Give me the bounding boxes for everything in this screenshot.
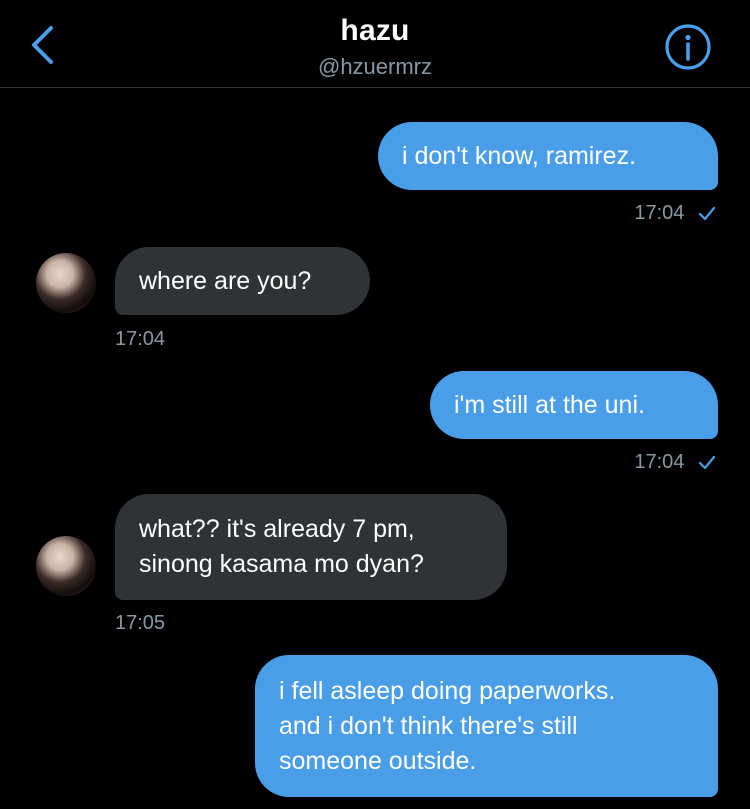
message-timestamp: 17:04: [115, 328, 166, 350]
message-bubble-sent[interactable]: i fell asleep doing paperworks. and i do…: [255, 655, 718, 797]
conversation-title[interactable]: hazu: [0, 14, 750, 48]
message-text-line: and i don't think there's still: [279, 712, 578, 740]
message-timestamp: 17:04: [634, 202, 716, 225]
message-bubble-sent[interactable]: i don't know, ramirez.: [378, 122, 718, 190]
message-timestamp: 17:05: [115, 612, 166, 634]
message-text-line: someone outside.: [279, 747, 477, 775]
message-bubble-received[interactable]: what?? it's already 7 pm, sinong kasama …: [115, 494, 507, 600]
avatar[interactable]: [36, 536, 96, 596]
message-text: i don't know, ramirez.: [402, 141, 637, 170]
info-button[interactable]: [663, 22, 713, 72]
message-bubble-received[interactable]: where are you?: [115, 247, 370, 315]
conversation-header: hazu @hzuermrz: [0, 0, 750, 88]
message-text-line: i fell asleep doing paperworks.: [279, 677, 616, 705]
checkmark-icon: [698, 455, 716, 469]
conversation-handle: @hzuermrz: [317, 54, 433, 79]
avatar[interactable]: [36, 253, 96, 313]
message-bubble-sent[interactable]: i'm still at the uni.: [430, 371, 718, 439]
message-text: where are you?: [139, 266, 312, 295]
message-text-line: sinong kasama mo dyan?: [139, 550, 424, 578]
message-timestamp: 17:04: [634, 451, 716, 474]
checkmark-icon: [698, 206, 716, 220]
message-text: i'm still at the uni.: [454, 390, 645, 419]
info-circle-icon: [665, 24, 711, 70]
message-text-line: what?? it's already 7 pm,: [139, 515, 415, 543]
